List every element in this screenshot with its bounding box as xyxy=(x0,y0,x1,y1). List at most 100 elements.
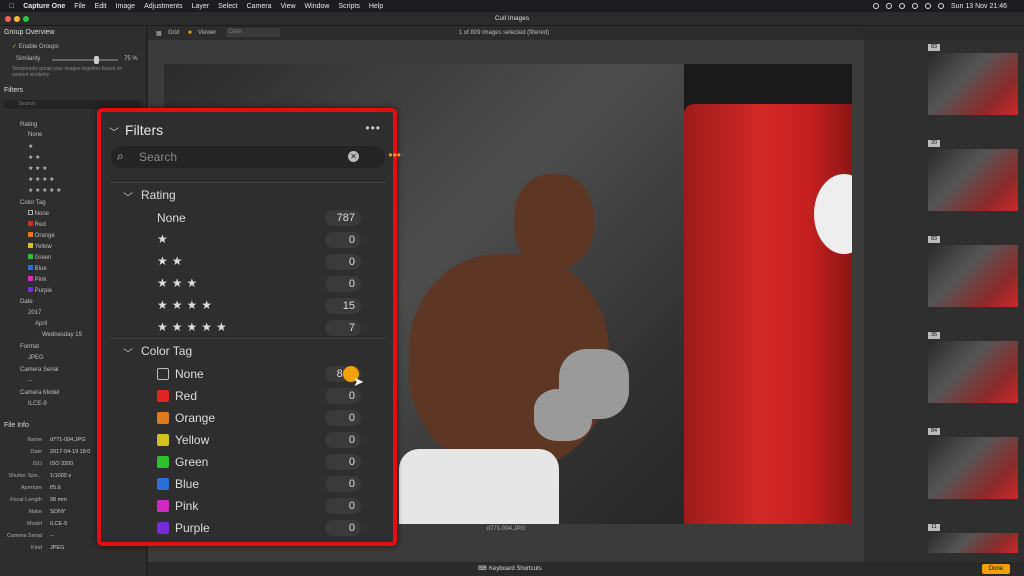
more-options-icon[interactable]: ••• xyxy=(365,121,381,135)
search-icon[interactable]: ⌕ xyxy=(117,149,124,164)
color-tag-label: Red xyxy=(175,389,198,403)
chevron-down-icon[interactable]: ﹀ xyxy=(109,124,119,139)
rating-filter-row[interactable]: ★★★★★ 7 xyxy=(101,318,393,338)
color-swatch xyxy=(157,390,169,402)
thumbnail[interactable]: 84 xyxy=(928,428,1018,499)
color-tag-red[interactable]: Red xyxy=(28,221,46,228)
control-center-icon[interactable] xyxy=(937,3,944,9)
thumbnail[interactable]: 20 xyxy=(928,140,1018,211)
menu-layer[interactable]: Layer xyxy=(192,3,210,10)
color-tag-filter-row[interactable]: Red 0 xyxy=(101,386,393,406)
rating-2[interactable]: ★ ★ xyxy=(28,154,40,161)
color-tag-pink[interactable]: Pink xyxy=(28,276,46,283)
status-icon[interactable] xyxy=(885,3,892,9)
camera-serial-value[interactable]: -- xyxy=(28,378,32,384)
wifi-icon[interactable] xyxy=(911,3,918,9)
file-info-key: Kind xyxy=(30,545,42,551)
menu-window[interactable]: Window xyxy=(305,3,330,10)
file-info-key: Name xyxy=(27,437,42,443)
thumbnail[interactable]: 35 xyxy=(928,332,1018,403)
status-icon[interactable] xyxy=(872,3,879,9)
camera-model-value[interactable]: ILCE-9 xyxy=(28,401,47,407)
file-info-key: ISO xyxy=(32,461,42,467)
color-tag-purple[interactable]: Purple xyxy=(28,287,52,294)
boxing-glove xyxy=(534,389,592,441)
search-options-icon[interactable]: ••• xyxy=(388,148,401,162)
clear-search-icon[interactable]: ✕ xyxy=(348,151,359,162)
filters-title[interactable]: Filters xyxy=(4,87,23,94)
similarity-slider[interactable] xyxy=(52,56,118,64)
rating-1[interactable]: ★ xyxy=(28,143,33,150)
app-menu[interactable]: Capture One xyxy=(23,3,65,10)
menu-edit[interactable]: Edit xyxy=(95,3,107,10)
rating-none[interactable]: None xyxy=(28,132,42,138)
similarity-value[interactable]: 75 % xyxy=(124,56,138,62)
color-swatch xyxy=(157,478,169,490)
date-section[interactable]: Date xyxy=(20,299,33,305)
color-tag-yellow[interactable]: Yellow xyxy=(28,243,52,250)
menu-adjustments[interactable]: Adjustments xyxy=(144,3,183,10)
menu-help[interactable]: Help xyxy=(369,3,383,10)
star-icon: ★★★ xyxy=(157,276,202,290)
color-tag-filter-row[interactable]: Blue 0 xyxy=(101,474,393,494)
group-overview-title[interactable]: Group Overview xyxy=(4,29,55,36)
rating-filter-row[interactable]: ★★★ 0 xyxy=(101,274,393,294)
color-tag-section[interactable]: Color Tag xyxy=(20,200,46,206)
done-button[interactable]: Done xyxy=(982,564,1010,574)
apple-menu[interactable]:  xyxy=(9,3,14,10)
color-tag-filter-row[interactable]: Pink 0 xyxy=(101,496,393,516)
color-tag-filter-row[interactable]: Yellow 0 xyxy=(101,430,393,450)
rating-filter-row[interactable]: ★ 0 xyxy=(101,230,393,250)
date-day[interactable]: Wednesday 19 xyxy=(42,332,82,338)
rating-count: 787 xyxy=(325,210,361,226)
enable-groups-checkbox[interactable]: ✓ Enable Groups xyxy=(12,43,59,50)
file-info-key: Model xyxy=(27,521,42,527)
menu-view[interactable]: View xyxy=(281,3,296,10)
rating-5[interactable]: ★ ★ ★ ★ ★ xyxy=(28,187,62,194)
rating-filter-row[interactable]: ★★ 0 xyxy=(101,252,393,272)
date-month[interactable]: April xyxy=(35,321,47,327)
camera-serial-section[interactable]: Camera Serial xyxy=(20,367,58,373)
format-section[interactable]: Format xyxy=(20,344,39,350)
file-info-value: ILCE-9 xyxy=(50,521,68,527)
thumbnail[interactable]: 83 xyxy=(928,44,1018,115)
chevron-down-icon[interactable]: ﹀ xyxy=(123,189,133,204)
rating-4[interactable]: ★ ★ ★ ★ xyxy=(28,176,55,183)
file-info-key: Make xyxy=(28,509,42,515)
rating-section[interactable]: Rating xyxy=(20,122,37,128)
search-icon[interactable] xyxy=(924,3,931,9)
chevron-down-icon[interactable]: ﹀ xyxy=(123,345,133,360)
filters-header[interactable]: Filters xyxy=(125,122,163,138)
color-tag-filter-row[interactable]: Purple 0 xyxy=(101,518,393,538)
rating-section-title[interactable]: Rating xyxy=(141,188,176,202)
rating-3[interactable]: ★ ★ ★ xyxy=(28,165,47,172)
file-info-title[interactable]: File Info xyxy=(4,422,29,429)
date-year[interactable]: 2017 xyxy=(28,310,41,316)
menu-select[interactable]: Select xyxy=(218,3,237,10)
color-tag-filter-row[interactable]: Orange 0 xyxy=(101,408,393,428)
keyboard-icon[interactable]: ⌨ xyxy=(478,565,487,572)
color-tag-none[interactable]: None xyxy=(28,210,49,217)
color-tag-green[interactable]: Green xyxy=(28,254,51,261)
color-swatch xyxy=(157,368,169,380)
rating-filter-row[interactable]: ★★★★ 15 xyxy=(101,296,393,316)
thumbnail[interactable]: 83 xyxy=(928,236,1018,307)
color-tag-blue[interactable]: Blue xyxy=(28,265,47,272)
format-value[interactable]: JPEG xyxy=(28,355,44,361)
color-tag-count: 0 xyxy=(325,476,361,492)
color-tag-count: 0 xyxy=(325,410,361,426)
color-tag-filter-row[interactable]: Green 0 xyxy=(101,452,393,472)
menu-file[interactable]: File xyxy=(74,3,85,10)
menu-image[interactable]: Image xyxy=(116,3,135,10)
clock[interactable]: Sun 13 Nov 21:46 xyxy=(951,3,1007,10)
color-tag-orange[interactable]: Orange xyxy=(28,232,55,239)
menu-scripts[interactable]: Scripts xyxy=(338,3,359,10)
camera-model-section[interactable]: Camera Model xyxy=(20,390,59,396)
keyboard-shortcuts-button[interactable]: Keyboard Shortcuts xyxy=(489,566,542,572)
color-tag-section-title[interactable]: Color Tag xyxy=(141,344,192,358)
search-input[interactable]: ⌕ Search ✕ ••• xyxy=(111,146,401,168)
thumbnail[interactable]: 11 xyxy=(928,524,1018,553)
rating-filter-row[interactable]: None 787 xyxy=(101,208,393,228)
status-icon[interactable] xyxy=(898,3,905,9)
menu-camera[interactable]: Camera xyxy=(247,3,272,10)
